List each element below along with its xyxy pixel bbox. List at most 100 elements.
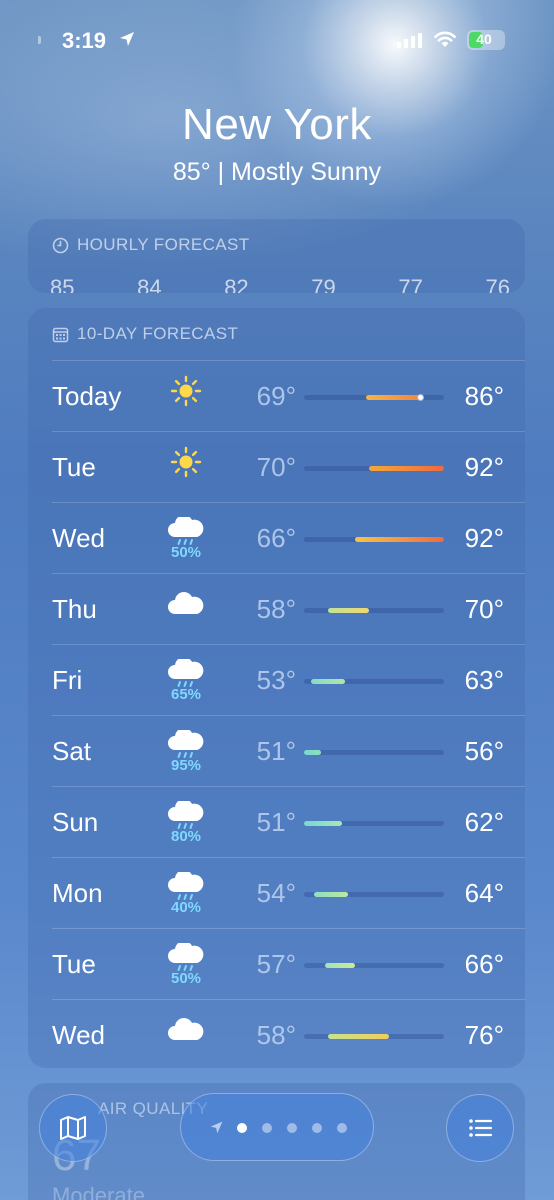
high-temp: 76° [464,1020,504,1050]
high-temp: 92° [464,523,504,553]
temp-range-fill [314,892,349,897]
cellular-signal-icon [397,32,422,48]
precip-chance: 80% [170,828,202,845]
battery-nub [38,36,41,44]
low-temp: 57° [256,949,296,979]
cloud-icon [166,1014,206,1046]
forecast-row[interactable]: Wed 50% 66° 92° [28,503,525,574]
clock-icon [52,237,69,253]
battery-percent: 40 [476,31,492,47]
hourly-temp: 84 [137,275,162,293]
temp-range-fill [355,537,444,542]
page-dot[interactable] [287,1123,297,1133]
temp-range-bar [304,394,444,401]
forecast-day: Mon [52,878,103,908]
forecast-row[interactable]: Today 69° 86° [28,361,525,432]
forecast-row[interactable]: Tue 50% 57° 66° [28,929,525,1000]
location-arrow-icon [210,1121,223,1134]
city-name: New York [182,100,372,149]
low-temp: 54° [256,878,296,908]
low-temp: 58° [256,1020,296,1050]
page-dot[interactable] [337,1123,347,1133]
forecast-row[interactable]: Fri 65% 53° 63° [28,645,525,716]
forecast-row[interactable]: Sat 95% 51° 56° [28,716,525,787]
temp-range-fill [324,963,356,968]
hourly-temp: 77 [398,275,423,293]
temp-range-bar [304,679,444,684]
forecast-day: Sat [52,736,92,766]
temp-range-bar [304,537,444,542]
precip-chance: 95% [170,757,202,774]
temp-range-fill [304,821,342,826]
forecast-day: Sun [52,807,99,837]
precip-chance: 50% [170,970,202,987]
status-time: 3:19 [62,28,107,53]
city-list-button[interactable] [446,1094,514,1162]
low-temp: 69° [256,381,296,411]
temp-range-fill [327,608,369,613]
forecast-row[interactable]: Wed 58° 76° [28,1000,525,1071]
map-button[interactable] [39,1094,107,1162]
hourly-temp: 79 [311,275,336,293]
forecast-row[interactable]: Mon 40% 54° 64° [28,858,525,929]
temp-range-bar [304,892,444,897]
forecast-day: Wed [52,523,105,553]
page-indicator[interactable] [180,1093,374,1161]
precip-chance: 40% [170,899,202,916]
forecast-day: Fri [52,665,83,695]
temp-range-bar [304,608,444,613]
temp-range-bar [304,1034,444,1039]
precip-chance: 65% [170,686,202,703]
hourly-forecast-card[interactable]: HOURLY FORECAST 85 84 82 79 77 76 [28,219,525,293]
temp-range-bar [304,466,444,471]
map-icon [60,1116,86,1140]
hourly-header: HOURLY FORECAST [52,235,250,255]
high-temp: 92° [464,452,504,482]
forecast-day: Thu [52,594,97,624]
page-dot[interactable] [312,1123,322,1133]
page-dot[interactable] [262,1123,272,1133]
air-quality-label: Moderate [52,1183,145,1200]
temp-range-fill [327,1034,390,1039]
hourly-temp: 76 [485,275,510,293]
ten-day-forecast-card[interactable]: 10-DAY FORECAST Today 69° 86° Tue 70° 92… [28,308,525,1068]
sun-icon [166,446,206,478]
forecast-day: Wed [52,1020,105,1050]
current-summary: 85° | Mostly Sunny [172,158,382,186]
high-temp: 86° [464,381,504,411]
hourly-temp: 85 [50,275,75,293]
battery-icon: 40 [467,30,505,50]
wifi-icon [434,31,456,47]
high-temp: 70° [464,594,504,624]
sun-icon [166,375,206,407]
hourly-temperatures: 85 84 82 79 77 76 [50,275,510,293]
location-arrow-icon [120,32,134,46]
high-temp: 66° [464,949,504,979]
high-temp: 62° [464,807,504,837]
forecast-day: Tue [52,452,96,482]
calendar-icon [52,327,69,342]
forecast-row[interactable]: Thu 58° 70° [28,574,525,645]
precip-chance: 50% [170,544,202,561]
temp-range-fill [368,466,444,471]
temp-range-bar [304,750,444,755]
hourly-temp: 82 [224,275,249,293]
temp-range-fill [304,750,322,755]
temp-range-fill [310,679,345,684]
ten-day-title: 10-DAY FORECAST [77,324,239,343]
high-temp: 64° [464,878,504,908]
high-temp: 63° [464,665,504,695]
forecast-day: Tue [52,949,96,979]
temp-range-bar [304,963,444,968]
low-temp: 51° [256,807,296,837]
forecast-row[interactable]: Sun 80% 51° 62° [28,787,525,858]
page-dot[interactable] [237,1123,247,1133]
forecast-row[interactable]: Tue 70° 92° [28,432,525,503]
cloud-icon [166,588,206,620]
hourly-title: HOURLY FORECAST [77,235,250,254]
low-temp: 66° [256,523,296,553]
high-temp: 56° [464,736,504,766]
low-temp: 51° [256,736,296,766]
temp-range-bar [304,821,444,826]
low-temp: 70° [256,452,296,482]
